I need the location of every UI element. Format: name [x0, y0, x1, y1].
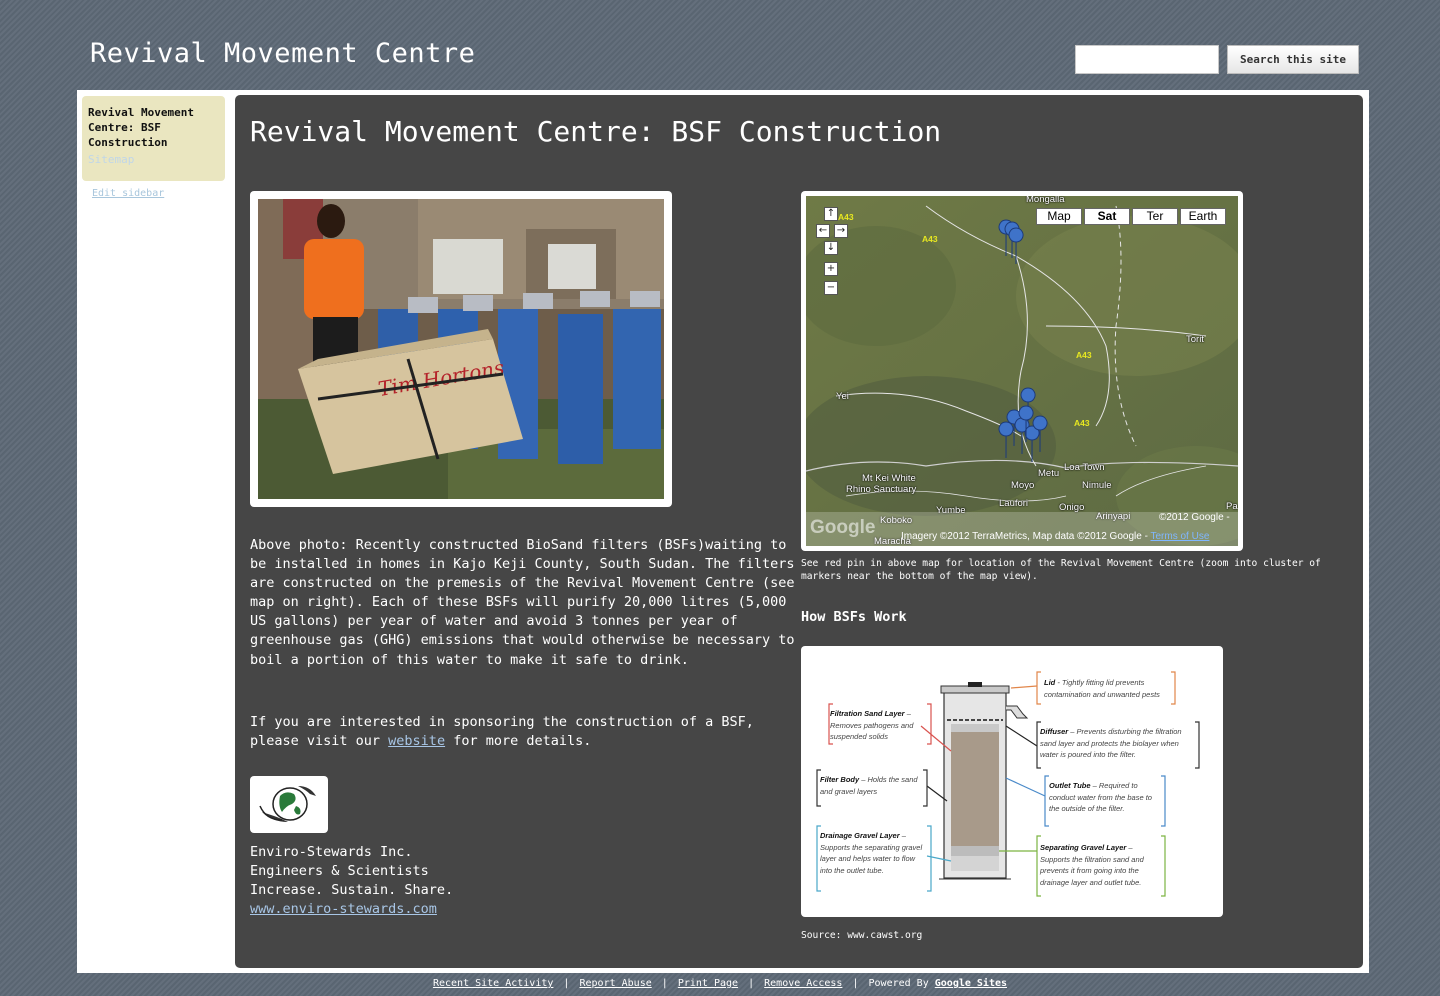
map-type-sat-button[interactable]: Sat: [1084, 208, 1130, 225]
sponsor-text-after: for more details.: [445, 733, 592, 750]
pan-left-icon[interactable]: ←: [816, 224, 830, 238]
footer-separator: |: [563, 978, 570, 989]
footer-google-sites-link[interactable]: Google Sites: [935, 978, 1007, 989]
road-label: A43: [1076, 350, 1092, 360]
site-title[interactable]: Revival Movement Centre: [90, 38, 475, 69]
pan-up-icon[interactable]: ↑: [824, 207, 838, 221]
road-label: A43: [838, 212, 854, 222]
photo-frame: Tim Hortons: [250, 191, 672, 507]
search-button[interactable]: Search this site: [1227, 45, 1359, 74]
photo-description: Above photo: Recently constructed BioSan…: [250, 537, 795, 668]
org-tagline: Engineers & Scientists: [250, 863, 429, 880]
map-terms-link[interactable]: Terms of Use: [1151, 531, 1210, 542]
website-link[interactable]: website: [388, 733, 445, 749]
footer-remove-access-link[interactable]: Remove Access: [764, 978, 842, 989]
road-label: A43: [1074, 418, 1090, 428]
organization-signature: Enviro-Stewards Inc. Engineers & Scienti…: [250, 843, 453, 919]
edit-sidebar-link[interactable]: Edit sidebar: [92, 188, 164, 199]
map-type-map-button[interactable]: Map: [1036, 208, 1082, 225]
bsf-diagram[interactable]: Lid - Tightly fitting lid prevents conta…: [801, 646, 1223, 917]
google-logo: Google: [810, 517, 876, 538]
search-input[interactable]: [1075, 45, 1219, 74]
place-label: Metu: [1038, 468, 1060, 479]
sidebar-item-current-page[interactable]: Revival Movement Centre: BSF Constructio…: [88, 105, 219, 150]
footer-separator: |: [661, 978, 668, 989]
map-frame: ↑ ← → ↓ + − Map Sat Ter Earth Mongalla T…: [801, 191, 1243, 551]
place-label: Torit: [1186, 334, 1204, 345]
footer-print-page-link[interactable]: Print Page: [678, 978, 738, 989]
diagram-label-sand: Filtration Sand Layer – Removes pathogen…: [830, 709, 914, 741]
globe-hands-icon: [259, 786, 316, 822]
pan-down-icon[interactable]: ↓: [824, 241, 838, 255]
org-slogan: Increase. Sustain. Share.: [250, 882, 454, 899]
diagram-label-separating: Separating Gravel Layer – Supports the f…: [1040, 843, 1144, 887]
org-name: Enviro-Stewards Inc.: [250, 844, 413, 860]
place-label: Mt Kei White: [862, 473, 916, 484]
footer-powered-by: Powered By: [868, 978, 929, 989]
main-content: Revival Movement Centre: BSF Constructio…: [235, 95, 1363, 968]
page-container: Revival Movement Centre: BSF Constructio…: [77, 90, 1369, 973]
footer: Recent Site Activity | Report Abuse | Pr…: [0, 978, 1440, 989]
map-caption: See red pin in above map for location of…: [801, 558, 1321, 582]
footer-separator: |: [852, 978, 859, 989]
sidebar-item-sitemap[interactable]: Sitemap: [88, 152, 219, 167]
pan-right-icon[interactable]: →: [834, 224, 848, 238]
footer-separator: |: [748, 978, 755, 989]
diagram-label-body: Filter Body – Holds the sand and gravel …: [820, 775, 918, 796]
google-map[interactable]: ↑ ← → ↓ + − Map Sat Ter Earth Mongalla T…: [806, 196, 1238, 546]
diagram-label-diffuser: Diffuser – Prevents disturbing the filtr…: [1040, 727, 1182, 759]
sidebar-navigation: Revival Movement Centre: BSF Constructio…: [82, 96, 225, 181]
map-imagery-text: Imagery ©2012 TerraMetrics, Map data ©20…: [901, 531, 1151, 542]
diagram-source: Source: www.cawst.org: [801, 930, 923, 941]
sponsor-paragraph: If you are interested in sponsoring the …: [250, 713, 795, 751]
zoom-out-icon[interactable]: −: [824, 281, 838, 295]
place-label: Laufori: [999, 498, 1029, 509]
footer-recent-activity-link[interactable]: Recent Site Activity: [433, 978, 553, 989]
zoom-in-icon[interactable]: +: [824, 262, 838, 276]
place-label: Rhino Sanctuary: [846, 484, 917, 495]
page-title: Revival Movement Centre: BSF Constructio…: [250, 115, 942, 148]
place-label: Mongalla: [1026, 196, 1065, 205]
place-label: Nimule: [1082, 480, 1112, 491]
place-label: Pa: [1226, 501, 1238, 512]
map-type-ter-button[interactable]: Ter: [1132, 208, 1178, 225]
diagram-label-drainage: Drainage Gravel Layer – Supports the sep…: [820, 831, 923, 875]
enviro-stewards-logo[interactable]: [250, 776, 328, 833]
diagram-label-lid: Lid - Tightly fitting lid prevents conta…: [1044, 678, 1160, 699]
map-type-earth-button[interactable]: Earth: [1180, 208, 1226, 225]
road-label: A43: [922, 234, 938, 244]
place-label: Moyo: [1011, 480, 1035, 491]
diagram-label-outlet: Outlet Tube – Required to conduct water …: [1049, 781, 1152, 813]
place-label: Yei: [836, 391, 849, 402]
footer-report-abuse-link[interactable]: Report Abuse: [579, 978, 651, 989]
bsf-photo[interactable]: Tim Hortons: [258, 199, 664, 499]
how-bsfs-work-heading: How BSFs Work: [801, 609, 907, 625]
map-copyright: ©2012 Google -: [1159, 512, 1230, 523]
org-website-link[interactable]: www.enviro-stewards.com: [250, 900, 453, 919]
place-label: Loa Town: [1064, 462, 1105, 473]
map-imagery-credit: Imagery ©2012 TerraMetrics, Map data ©20…: [901, 531, 1209, 542]
